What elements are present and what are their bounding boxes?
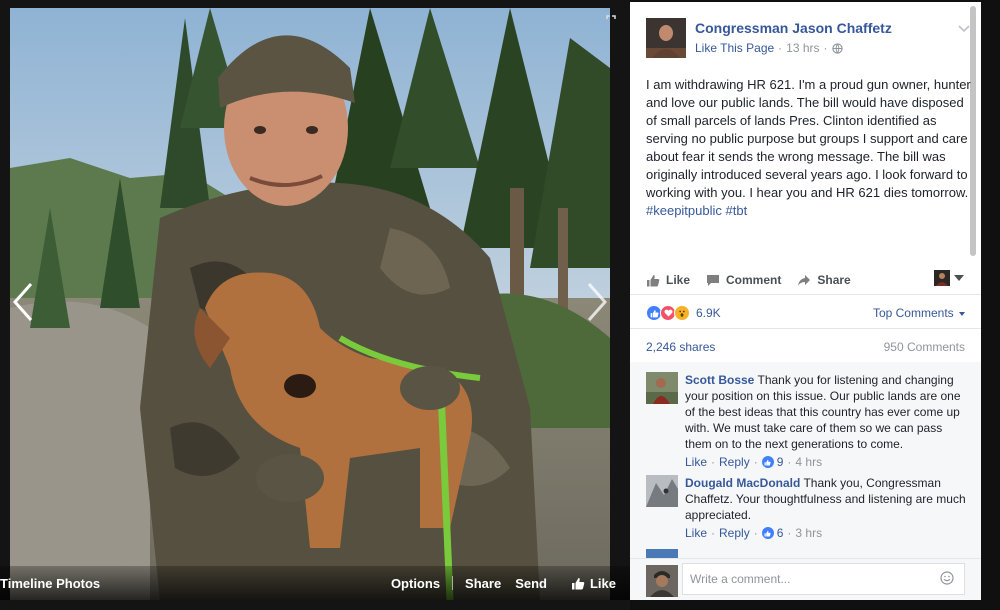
- comment-sort-label: Top Comments: [872, 306, 954, 320]
- post-share-button[interactable]: Share: [797, 273, 851, 287]
- comment-item: Scott Bosse Thank you for listening and …: [646, 372, 964, 474]
- comment-reply-link[interactable]: Reply: [719, 455, 750, 469]
- chevron-right-icon: [587, 283, 608, 321]
- post-body: I am withdrawing HR 621. I'm a proud gun…: [646, 76, 974, 220]
- hashtag-link[interactable]: #keepitpublic: [646, 203, 722, 218]
- chevron-left-icon: [12, 283, 33, 321]
- post-comment-button[interactable]: Comment: [706, 273, 781, 287]
- like-photo-button[interactable]: Like: [559, 576, 616, 591]
- like-page-link[interactable]: Like This Page: [695, 41, 774, 55]
- meta-separator: ·: [787, 455, 792, 469]
- comment-label: Comment: [726, 273, 782, 287]
- share-photo-button[interactable]: Share: [453, 576, 513, 591]
- shares-count-link[interactable]: 2,246 shares: [646, 340, 715, 354]
- meta-separator: ·: [753, 455, 758, 469]
- divider: [630, 328, 981, 329]
- post-text: I am withdrawing HR 621. I'm a proud gun…: [646, 77, 971, 200]
- wow-reaction-icon: [674, 305, 690, 321]
- hashtag-link[interactable]: #tbt: [726, 203, 748, 218]
- commenter-avatar[interactable]: [646, 372, 678, 404]
- comment-timestamp[interactable]: 3 hrs: [795, 526, 822, 540]
- engagement-counts: 2,246 shares 950 Comments: [646, 340, 965, 354]
- fullscreen-icon[interactable]: [606, 12, 616, 30]
- comment-body: Dougald MacDonald Thank you, Congressman…: [685, 475, 967, 523]
- comment-input[interactable]: [682, 563, 965, 595]
- meta-separator: ·: [753, 526, 758, 540]
- current-user-avatar[interactable]: [646, 565, 678, 597]
- comment-like-count[interactable]: 6: [777, 526, 784, 540]
- page-name-link[interactable]: Congressman Jason Chaffetz: [695, 20, 892, 36]
- reaction-count: 6.9K: [696, 306, 721, 320]
- previous-photo-button[interactable]: [6, 280, 40, 324]
- meta-separator: ·: [711, 455, 716, 469]
- commenter-avatar[interactable]: [646, 549, 678, 558]
- caret-down-icon: [954, 275, 964, 281]
- page-avatar[interactable]: [646, 18, 686, 58]
- divider: [630, 294, 981, 295]
- commenter-avatar[interactable]: [646, 475, 678, 507]
- meta-separator: ·: [711, 526, 716, 540]
- post-action-row: Like Comment Share: [646, 268, 964, 292]
- options-button[interactable]: Options: [379, 576, 452, 591]
- like-label: Like: [666, 273, 691, 287]
- emoji-picker-icon[interactable]: [940, 571, 954, 590]
- send-photo-button[interactable]: Send: [513, 576, 559, 591]
- like-photo-label: Like: [589, 575, 616, 591]
- next-photo-button[interactable]: [580, 280, 614, 324]
- page-edge: [981, 0, 1000, 610]
- meta-separator: ·: [823, 41, 828, 55]
- post-meta: Like This Page · 13 hrs ·: [695, 41, 843, 55]
- commenter-name[interactable]: Scott Bosse: [685, 373, 754, 387]
- comment-like-count[interactable]: 9: [777, 455, 784, 469]
- comment-item: [646, 549, 964, 558]
- page-edge: [630, 600, 1000, 610]
- share-label: Share: [817, 273, 851, 287]
- comment-icon: [707, 274, 720, 286]
- reaction-identity-switcher[interactable]: [934, 270, 964, 286]
- share-arrow-icon: [798, 274, 811, 286]
- post-options-chevron[interactable]: [958, 20, 970, 38]
- identity-avatar: [934, 270, 950, 286]
- thumbs-up-icon: [647, 274, 660, 286]
- globe-icon: [831, 42, 843, 54]
- chevron-down-icon: [958, 25, 970, 33]
- photo-theater: Timeline Photos Options Share Send Like: [0, 0, 1000, 610]
- album-title[interactable]: Timeline Photos: [0, 576, 100, 591]
- post-photo[interactable]: [10, 8, 610, 600]
- post-header: Congressman Jason Chaffetz Like This Pag…: [646, 16, 976, 64]
- comment-list: Scott Bosse Thank you for listening and …: [630, 362, 981, 558]
- comment-composer: [630, 558, 981, 600]
- reaction-summary[interactable]: 6.9K: [646, 304, 721, 322]
- meta-separator: ·: [787, 526, 792, 540]
- like-count-icon: [761, 456, 774, 468]
- post-side-panel: Congressman Jason Chaffetz Like This Pag…: [630, 2, 981, 600]
- post-like-button[interactable]: Like: [646, 273, 690, 287]
- comment-item: Dougald MacDonald Thank you, Congressman…: [646, 475, 967, 545]
- post-timestamp[interactable]: 13 hrs: [786, 41, 819, 55]
- caret-down-icon: [959, 311, 965, 316]
- like-count-icon: [761, 527, 774, 539]
- photo-stage: Timeline Photos Options Share Send Like: [0, 0, 630, 610]
- comment-reply-link[interactable]: Reply: [719, 526, 750, 540]
- comment-body: Scott Bosse Thank you for listening and …: [685, 372, 967, 452]
- comment-like-link[interactable]: Like: [685, 455, 707, 469]
- commenter-name[interactable]: Dougald MacDonald: [685, 476, 800, 490]
- comment-timestamp[interactable]: 4 hrs: [795, 455, 822, 469]
- comment-sort-dropdown[interactable]: Top Comments: [873, 306, 965, 320]
- comment-like-link[interactable]: Like: [685, 526, 707, 540]
- photo-action-bar: Timeline Photos Options Share Send Like: [0, 566, 630, 600]
- comment-actions: Like · Reply · 9 · 4 hrs: [685, 455, 822, 469]
- comment-actions: Like · Reply · 6 · 3 hrs: [685, 526, 822, 540]
- comments-count[interactable]: 950 Comments: [884, 340, 965, 354]
- thumbs-up-icon: [571, 577, 585, 589]
- meta-separator: ·: [778, 41, 783, 55]
